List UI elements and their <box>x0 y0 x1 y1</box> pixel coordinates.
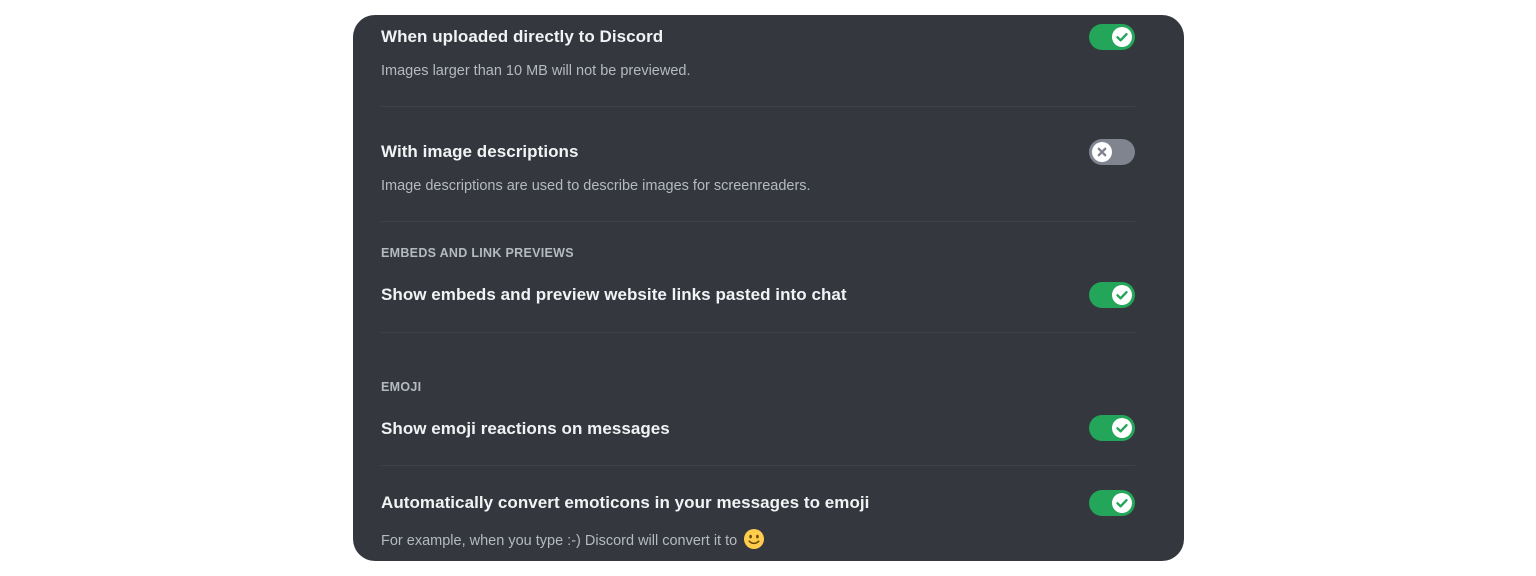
convert-emoticons-description: For example, when you type :-) Discord w… <box>381 533 738 549</box>
image-descriptions-title: With image descriptions <box>381 142 579 161</box>
toggle-knob <box>1112 285 1132 305</box>
convert-emoticons-toggle[interactable] <box>1089 490 1135 516</box>
image-descriptions-description: Image descriptions are used to describe … <box>381 178 811 194</box>
divider <box>381 465 1135 466</box>
check-icon <box>1116 424 1128 433</box>
emoji-reactions-toggle[interactable] <box>1089 415 1135 441</box>
image-descriptions-toggle[interactable] <box>1089 139 1135 165</box>
toggle-knob <box>1112 493 1132 513</box>
toggle-knob <box>1112 27 1132 47</box>
slightly-smiling-face-icon <box>743 528 765 554</box>
check-icon <box>1116 291 1128 300</box>
settings-panel: When uploaded directly to Discord Images… <box>353 15 1184 561</box>
upload-direct-title: When uploaded directly to Discord <box>381 27 664 46</box>
emoji-section-label: EMOJI <box>381 380 422 394</box>
emoji-reactions-title: Show emoji reactions on messages <box>381 419 670 438</box>
check-icon <box>1116 33 1128 42</box>
convert-emoticons-description-row: For example, when you type :-) Discord w… <box>381 528 765 554</box>
show-embeds-title: Show embeds and preview website links pa… <box>381 285 847 304</box>
toggle-knob <box>1112 418 1132 438</box>
show-embeds-toggle[interactable] <box>1089 282 1135 308</box>
upload-direct-toggle[interactable] <box>1089 24 1135 50</box>
divider <box>381 332 1135 333</box>
divider <box>381 106 1135 107</box>
settings-list: When uploaded directly to Discord Images… <box>381 15 1135 561</box>
check-icon <box>1116 499 1128 508</box>
divider <box>381 221 1135 222</box>
toggle-knob <box>1092 142 1112 162</box>
convert-emoticons-title: Automatically convert emoticons in your … <box>381 493 870 512</box>
upload-direct-description: Images larger than 10 MB will not be pre… <box>381 63 691 79</box>
x-icon <box>1097 147 1107 157</box>
embeds-section-label: EMBEDS AND LINK PREVIEWS <box>381 246 574 260</box>
